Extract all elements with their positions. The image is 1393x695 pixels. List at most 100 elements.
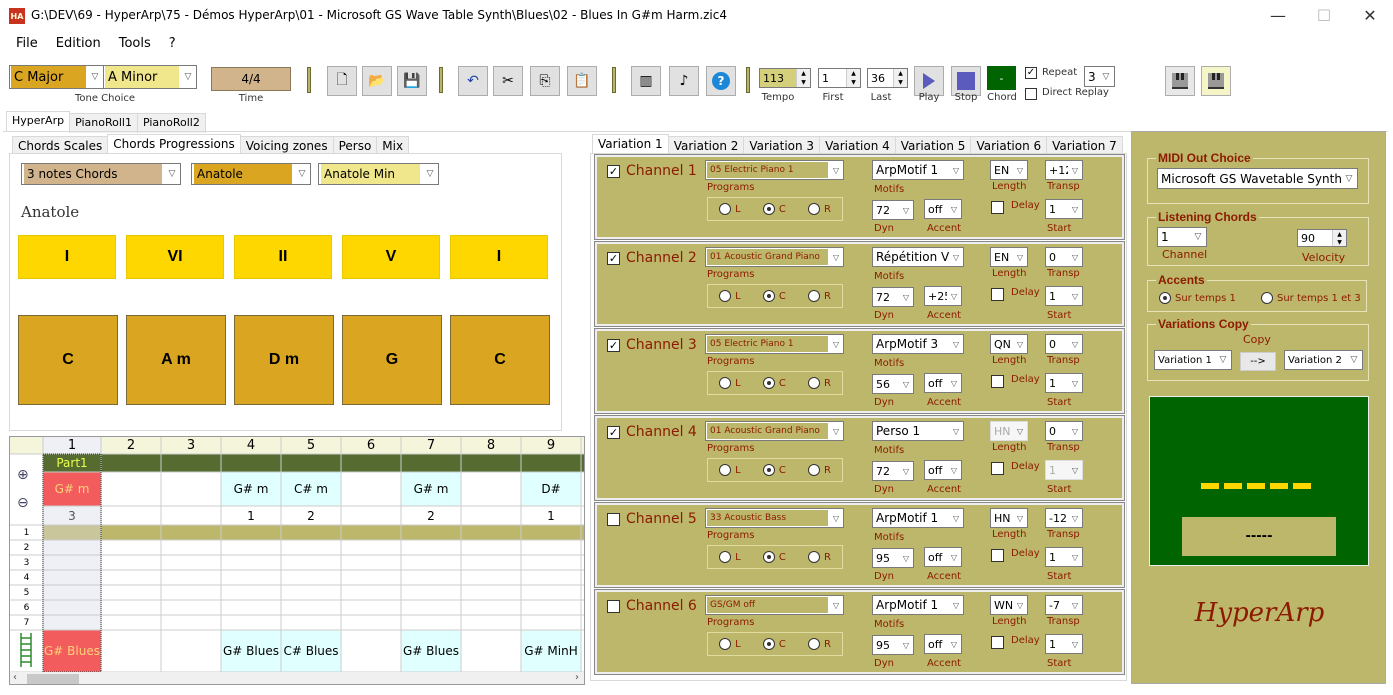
tab-pianoroll1[interactable]: PianoRoll1 [69,113,138,133]
pan-center-option[interactable]: C [762,290,786,302]
pan-center-option[interactable]: C [762,551,786,563]
minimize-button[interactable]: — [1255,0,1301,30]
pan-left-option[interactable]: L [719,464,741,476]
start-select[interactable]: 1 ▽ [1045,199,1083,219]
scroll-left-icon[interactable]: ‹ [13,672,17,683]
degree-button[interactable]: V [342,235,440,279]
transp-select[interactable]: -12 ▽ [1045,508,1083,528]
delay-checkbox[interactable] [991,636,1004,649]
cut-scissors-icon[interactable]: ✂ [493,66,523,96]
book-icon[interactable]: ▥ [631,66,661,96]
transp-select[interactable]: 0 ▽ [1045,421,1083,441]
program-select[interactable]: 33 Acoustic Bass ▽ [705,508,844,528]
maximize-button[interactable]: ☐ [1301,0,1347,30]
progression-select[interactable]: Anatole ▽ [191,163,311,185]
new-file-icon[interactable]: 🗋 [327,66,357,96]
channel-enable-checkbox[interactable]: ✓ [607,165,620,178]
chord-type-select[interactable]: 3 notes Chords ▽ [21,163,181,185]
motif-select[interactable]: ArpMotif 1 ▽ [872,160,964,180]
column-header[interactable]: 7 [401,437,461,454]
open-folder-icon[interactable]: 📂 [362,66,392,96]
motif-select[interactable]: Répétition V1 ▽ [872,247,964,267]
dyn-select[interactable]: 72 ▽ [872,200,914,220]
length-select[interactable]: HN ▽ [990,508,1028,528]
spinner-arrows-icon[interactable]: ▲ ▼ [796,69,810,87]
chord-button[interactable]: C [18,315,118,405]
scale-cell[interactable]: G# Blues [401,630,461,672]
start-select[interactable]: 1 ▽ [1045,286,1083,306]
tab-variation-1[interactable]: Variation 1 [592,134,669,155]
delay-checkbox[interactable] [991,375,1004,388]
save-disk-icon[interactable]: 💾 [397,66,427,96]
length-select[interactable]: HN ▽ [990,421,1028,441]
column-header[interactable]: 8 [461,437,521,454]
dyn-select[interactable]: 95 ▽ [872,635,914,655]
chord-cell[interactable]: G# m [401,472,461,506]
scale-cell[interactable]: C# Blues [281,630,341,672]
program-select[interactable]: 01 Acoustic Grand Piano ▽ [705,421,844,441]
motif-select[interactable]: ArpMotif 3 ▽ [872,334,964,354]
spinner-arrows-icon[interactable]: ▲ ▼ [846,69,860,87]
row-header[interactable]: 4 [10,570,43,585]
pan-center-option[interactable]: C [762,638,786,650]
pan-center-option[interactable]: C [762,203,786,215]
copy-to-select[interactable]: Variation 2 ▽ [1284,350,1363,370]
velocity-spinner[interactable]: 90 ▲ ▼ [1297,229,1347,247]
channel-enable-checkbox[interactable]: ✓ [607,252,620,265]
pan-left-option[interactable]: L [719,551,741,563]
count-cell[interactable]: 1 [521,506,581,525]
accent-select[interactable]: off ▽ [924,460,962,480]
degree-button[interactable]: II [234,235,332,279]
row-header[interactable]: 5 [10,585,43,600]
start-select[interactable]: 1 ▽ [1045,460,1083,480]
pan-left-option[interactable]: L [719,377,741,389]
dyn-select[interactable]: 72 ▽ [872,287,914,307]
zoom-out-icon[interactable]: ⊖ [17,495,29,511]
channel-enable-checkbox[interactable] [607,513,620,526]
first-spinner[interactable]: 1 ▲ ▼ [818,68,861,88]
accent-select[interactable]: off ▽ [924,547,962,567]
listen-channel-select[interactable]: 1 ▽ [1157,227,1207,247]
accent-select[interactable]: +25▽ [924,286,962,306]
column-header[interactable]: 4 [221,437,281,454]
part-label[interactable]: Part1 [43,454,101,472]
chord-cell[interactable]: C# m [281,472,341,506]
row-header[interactable]: 7 [10,615,43,630]
length-select[interactable]: WN ▽ [990,595,1028,615]
program-select[interactable]: GS/GM off ▽ [705,595,844,615]
pan-right-option[interactable]: R [807,203,831,215]
copy-icon[interactable]: ⎘ [530,66,560,96]
spinner-arrows-icon[interactable]: ▲ ▼ [893,69,907,87]
chord-button[interactable]: C [450,315,550,405]
delay-checkbox[interactable] [991,201,1004,214]
channel-enable-checkbox[interactable] [607,600,620,613]
dyn-select[interactable]: 56 ▽ [872,374,914,394]
pan-right-option[interactable]: R [807,551,831,563]
pan-left-option[interactable]: L [719,203,741,215]
tab-chords-progressions[interactable]: Chords Progressions [107,134,241,155]
column-header[interactable]: 1 [43,437,101,454]
length-select[interactable]: QN ▽ [990,334,1028,354]
chord-button[interactable]: A m [126,315,226,405]
ladder-icon[interactable] [19,633,33,667]
start-select[interactable]: 1 ▽ [1045,373,1083,393]
count-cell[interactable]: 1 [221,506,281,525]
motif-select[interactable]: ArpMotif 1 ▽ [872,595,964,615]
pan-left-option[interactable]: L [719,290,741,302]
degree-button[interactable]: I [18,235,116,279]
row-header[interactable]: 1 [10,525,43,540]
column-header[interactable]: 9 [521,437,581,454]
column-header[interactable]: 5 [281,437,341,454]
program-select[interactable]: 05 Electric Piano 1 ▽ [705,334,844,354]
transp-select[interactable]: 0 ▽ [1045,334,1083,354]
channel-enable-checkbox[interactable]: ✓ [607,426,620,439]
row-header[interactable]: 6 [10,600,43,615]
scale-cell[interactable]: G# Blues [221,630,281,672]
progression-variant-select[interactable]: Anatole Min ▽ [318,163,439,185]
chord-button[interactable]: D m [234,315,334,405]
midi-out-select[interactable]: Microsoft GS Wavetable Synth ▽ [1157,168,1358,189]
pan-center-option[interactable]: C [762,464,786,476]
accent-select[interactable]: off ▽ [924,373,962,393]
row-header[interactable]: 2 [10,540,43,555]
count-cell[interactable]: 2 [281,506,341,525]
